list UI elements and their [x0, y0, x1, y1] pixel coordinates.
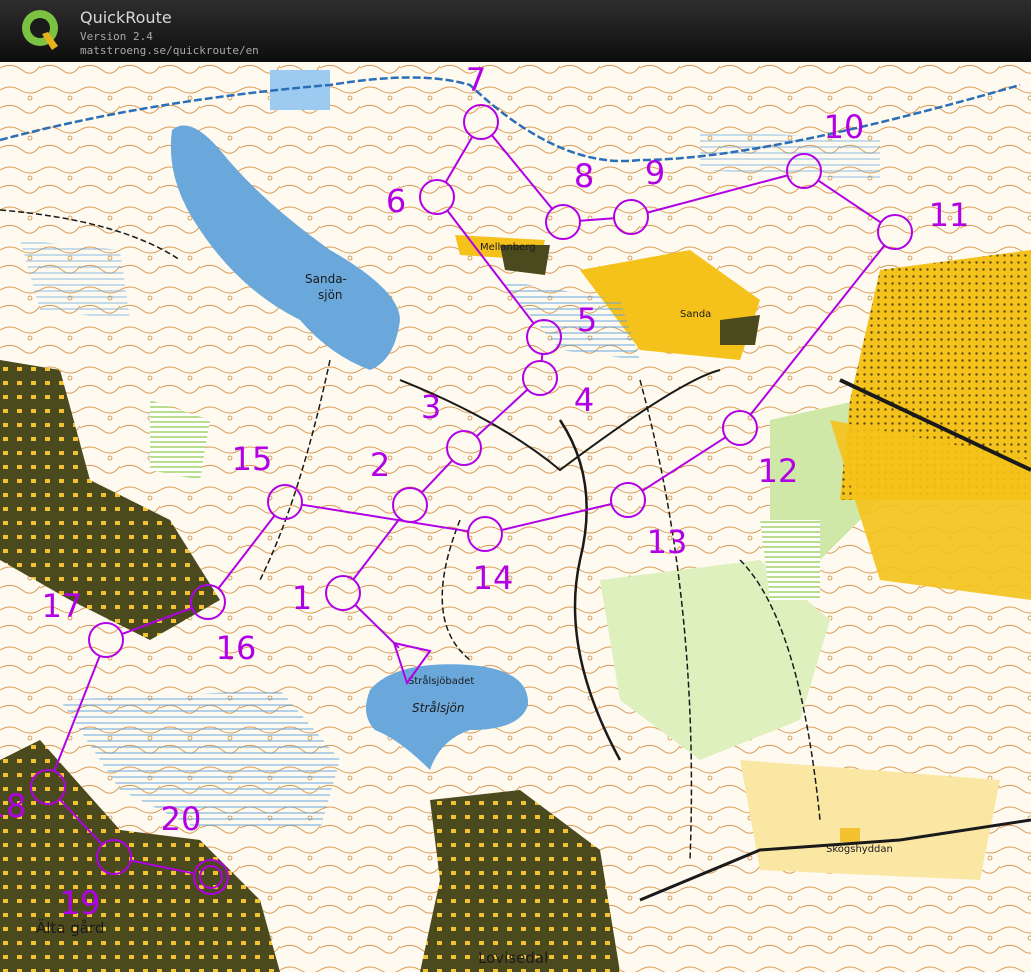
control-number: 16	[216, 629, 257, 667]
place-sandasjon: Sanda-	[305, 272, 347, 286]
control-number: 1	[292, 579, 312, 617]
map-canvas[interactable]: Sanda- sjön Mellanberg Sanda Strålsjöbad…	[0, 62, 1031, 972]
control-number: 12	[758, 452, 799, 490]
control-number: 9	[645, 154, 665, 192]
quickroute-window: Q QuickRoute Version 2.4 matstroeng.se/q…	[0, 0, 1031, 972]
app-version: Version 2.4	[80, 30, 153, 43]
control-number: 6	[386, 182, 406, 220]
app-header: Q QuickRoute Version 2.4 matstroeng.se/q…	[0, 0, 1031, 62]
app-url[interactable]: matstroeng.se/quickroute/en	[80, 44, 259, 57]
place-sandasjon-2: sjön	[318, 288, 343, 302]
control-number: 10	[824, 108, 865, 146]
control-number: 4	[574, 381, 594, 419]
place-stralsjobadet: Strålsjöbadet	[408, 674, 474, 687]
place-lovisedal: Lovisedal	[478, 949, 548, 967]
app-title: QuickRoute	[80, 8, 172, 27]
control-number: 7	[466, 62, 486, 99]
control-number: 19	[60, 884, 101, 922]
control-number: 11	[929, 196, 970, 234]
place-skogshyddan: Skogshyddan	[826, 844, 893, 855]
orienteering-map[interactable]: Sanda- sjön Mellanberg Sanda Strålsjöbad…	[0, 62, 1031, 972]
place-mellanberg: Mellanberg	[480, 242, 536, 253]
control-number: 17	[42, 587, 83, 625]
control-number: 3	[421, 388, 441, 426]
control-number: 15	[232, 440, 273, 478]
course-leg	[540, 353, 544, 362]
control-number: 13	[647, 523, 688, 561]
control-number: 8	[574, 157, 594, 195]
quickroute-logo-icon: Q	[22, 10, 58, 50]
place-sanda: Sanda	[680, 309, 711, 320]
control-number: 18	[0, 787, 26, 825]
control-number: 14	[473, 559, 514, 597]
place-stralsjon: Strålsjön	[412, 701, 464, 715]
control-number: 5	[577, 301, 597, 339]
control-number: 20	[161, 800, 202, 838]
control-number: 2	[370, 446, 390, 484]
